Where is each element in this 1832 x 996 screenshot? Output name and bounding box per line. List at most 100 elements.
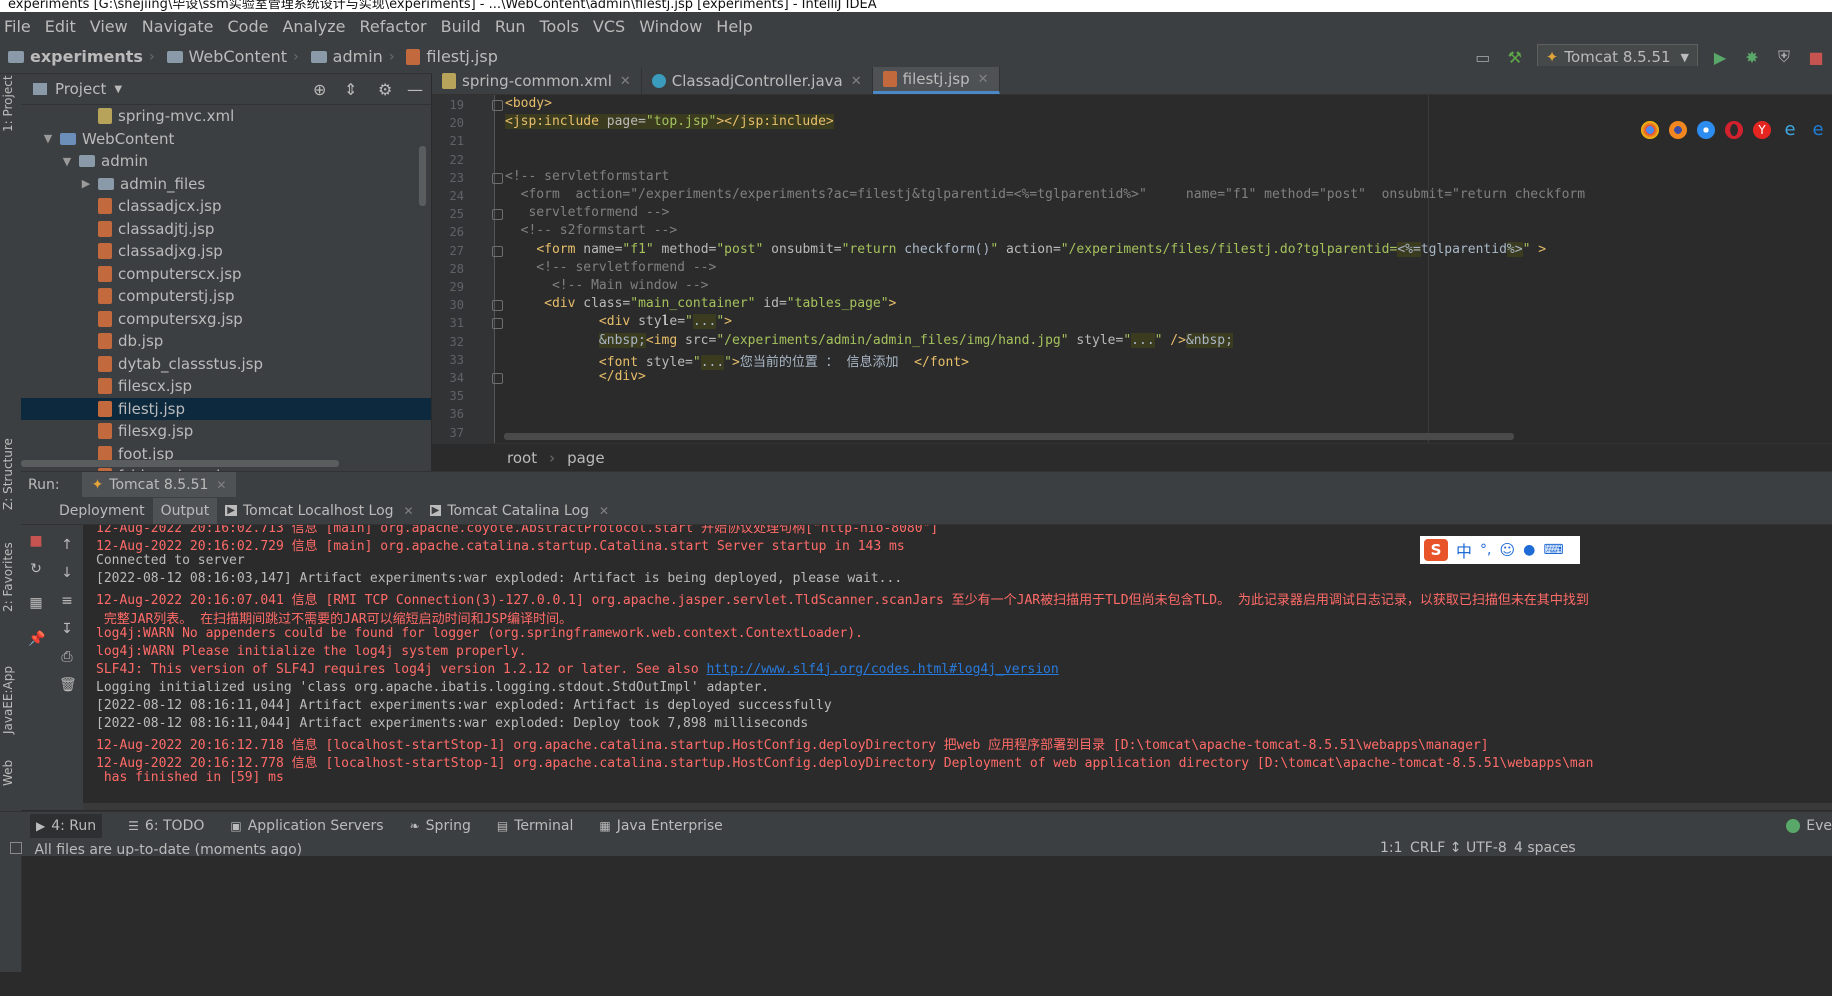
close-icon[interactable]: ✕ bbox=[978, 72, 989, 87]
console-horizontal-scrollbar[interactable] bbox=[83, 803, 1832, 810]
code-line[interactable]: <div class="main_container" id="tables_p… bbox=[505, 296, 896, 311]
close-icon[interactable]: ✕ bbox=[216, 478, 226, 492]
emoji-icon[interactable]: ☺ bbox=[1499, 541, 1515, 559]
gear-icon[interactable]: ⚙ bbox=[378, 80, 392, 99]
tree-item[interactable]: computerstj.jsp bbox=[21, 285, 431, 308]
arrow-up-icon[interactable]: ↑ bbox=[59, 537, 75, 553]
breadcrumb-page[interactable]: page bbox=[567, 449, 604, 467]
update-icon[interactable]: ↻ bbox=[28, 561, 44, 577]
fold-marker-icon[interactable] bbox=[492, 300, 503, 312]
tree-vertical-scrollbar[interactable] bbox=[419, 146, 426, 206]
editor-tab[interactable]: filestj.jsp ✕ bbox=[872, 67, 1000, 94]
fold-marker-icon[interactable] bbox=[492, 245, 503, 257]
edge-icon[interactable]: e bbox=[1809, 121, 1827, 139]
nav-crumb-1[interactable]: WebContent › bbox=[166, 47, 305, 66]
run-tab-tomcat-localhost-log[interactable]: ▶ Tomcat Localhost Log ✕ bbox=[217, 498, 421, 524]
tree-item[interactable]: classadjtj.jsp bbox=[21, 218, 431, 241]
tool-tab-terminal[interactable]: ▤ Terminal bbox=[497, 818, 574, 834]
code-line[interactable]: <font style="...">您当前的位置 ： 信息添加 </font> bbox=[505, 351, 969, 370]
menu-item-tools[interactable]: Tools bbox=[540, 17, 579, 36]
pin-icon[interactable]: 📌 bbox=[28, 631, 45, 647]
arrow-down-icon[interactable]: ↓ bbox=[59, 565, 75, 581]
tree-item[interactable]: ▼ WebContent bbox=[21, 128, 431, 151]
nav-crumb-0[interactable]: experiments › bbox=[8, 47, 161, 66]
chevron-down-icon[interactable]: ▼ bbox=[114, 84, 122, 95]
tree-item[interactable]: classadjxg.jsp bbox=[21, 240, 431, 263]
menu-item-window[interactable]: Window bbox=[639, 17, 702, 36]
code-line[interactable]: <body> bbox=[505, 96, 552, 111]
tool-tab-java-enterprise[interactable]: ▦ Java Enterprise bbox=[599, 818, 722, 834]
expanded-arrow-icon[interactable]: ▼ bbox=[59, 155, 75, 168]
project-view-selector[interactable]: Project bbox=[55, 80, 106, 98]
fold-marker-icon[interactable] bbox=[492, 172, 503, 184]
line-separator[interactable]: CRLF ↕ bbox=[1410, 840, 1462, 856]
menu-item-view[interactable]: View bbox=[90, 17, 128, 36]
tree-item[interactable]: dytab_classstus.jsp bbox=[21, 353, 431, 376]
menu-item-build[interactable]: Build bbox=[441, 17, 481, 36]
code-line[interactable]: &nbsp;<img src="/experiments/admin/admin… bbox=[505, 332, 1233, 348]
caret-position[interactable]: 1:1 bbox=[1380, 840, 1403, 856]
expanded-arrow-icon[interactable]: ▼ bbox=[40, 132, 56, 145]
tree-item[interactable]: computersxg.jsp bbox=[21, 308, 431, 331]
chrome-icon[interactable] bbox=[1641, 121, 1659, 139]
fold-marker-icon[interactable] bbox=[492, 209, 503, 221]
tool-tab-run[interactable]: ▶ 4: Run bbox=[30, 814, 103, 838]
locate-icon[interactable]: ⊕ bbox=[313, 80, 326, 99]
print-icon[interactable]: ⎙ bbox=[59, 649, 75, 665]
tree-item[interactable]: classadjcx.jsp bbox=[21, 195, 431, 218]
menu-item-code[interactable]: Code bbox=[228, 17, 269, 36]
project-tool-tab[interactable]: 1: Project bbox=[1, 75, 15, 132]
menu-item-analyze[interactable]: Analyze bbox=[282, 17, 345, 36]
trash-icon[interactable]: 🗑 bbox=[59, 677, 77, 693]
stop-icon[interactable]: ■ bbox=[28, 533, 44, 549]
tool-tab-spring[interactable]: ❧ Spring bbox=[410, 818, 471, 834]
menu-item-edit[interactable]: Edit bbox=[45, 17, 76, 36]
minimize-icon[interactable]: — bbox=[407, 80, 423, 99]
close-icon[interactable]: ✕ bbox=[404, 504, 414, 518]
scroll-to-end-icon[interactable]: ↧ bbox=[59, 621, 75, 637]
run-tab-deployment[interactable]: Deployment bbox=[51, 498, 153, 524]
code-line[interactable]: <div style="..."> bbox=[505, 314, 732, 330]
firefox-icon[interactable] bbox=[1669, 121, 1687, 139]
tool-tab-application-servers[interactable]: ▣ Application Servers bbox=[230, 818, 383, 834]
tree-item[interactable]: filesxg.jsp bbox=[21, 420, 431, 443]
editor-horizontal-scrollbar[interactable] bbox=[504, 433, 1514, 440]
safari-icon[interactable] bbox=[1697, 121, 1715, 139]
event-log-tab[interactable]: Eve bbox=[1806, 818, 1832, 834]
menu-item-refactor[interactable]: Refactor bbox=[360, 17, 427, 36]
javaee-app-tool-tab[interactable]: JavaEE:App bbox=[1, 666, 15, 734]
punctuation-icon[interactable]: °, bbox=[1480, 542, 1491, 558]
run-config-tab[interactable]: ✦ Tomcat 8.5.51 ✕ bbox=[81, 472, 237, 498]
favorites-tool-tab[interactable]: 2: Favorites bbox=[1, 542, 15, 612]
tree-horizontal-scrollbar[interactable] bbox=[21, 460, 339, 467]
ime-mode-label[interactable]: 中 bbox=[1456, 538, 1472, 562]
indent-setting[interactable]: 4 spaces bbox=[1514, 840, 1576, 856]
code-line[interactable]: <!-- servletformstart bbox=[505, 169, 669, 184]
keyboard-icon[interactable]: ⌨ bbox=[1543, 542, 1563, 558]
code-line[interactable]: servletformend --> bbox=[505, 205, 669, 220]
code-line[interactable]: </div> bbox=[505, 369, 646, 384]
web-tool-tab[interactable]: Web bbox=[1, 760, 15, 786]
code-line[interactable]: <!-- servletformend --> bbox=[505, 260, 716, 275]
collapsed-arrow-icon[interactable]: ▶ bbox=[78, 177, 94, 190]
close-icon[interactable]: ✕ bbox=[599, 504, 609, 518]
microphone-icon[interactable]: ● bbox=[1523, 542, 1535, 558]
console-link[interactable]: http://www.slf4j.org/codes.html#log4j_ve… bbox=[706, 662, 1058, 677]
code-line[interactable]: <jsp:include page="top.jsp"></jsp:includ… bbox=[505, 114, 834, 130]
tree-item[interactable]: db.jsp bbox=[21, 330, 431, 353]
structure-tool-tab[interactable]: Z: Structure bbox=[1, 438, 15, 510]
menu-item-file[interactable]: File bbox=[4, 17, 31, 36]
nav-crumb-3[interactable]: filestj.jsp bbox=[406, 47, 498, 66]
tree-item[interactable]: computerscx.jsp bbox=[21, 263, 431, 286]
fold-marker-icon[interactable] bbox=[492, 318, 503, 330]
fold-marker-icon[interactable] bbox=[492, 373, 503, 384]
code-line[interactable]: <!-- s2formstart --> bbox=[505, 223, 678, 238]
tree-item[interactable]: ▶ admin_files bbox=[21, 173, 431, 196]
close-icon[interactable]: ✕ bbox=[851, 74, 862, 89]
collapse-all-icon[interactable]: ⇕ bbox=[344, 80, 357, 99]
console-output[interactable]: 12-Aug-2022 20:16:02.713 信息 [main] org.a… bbox=[83, 525, 1832, 805]
status-square-icon[interactable] bbox=[10, 842, 22, 854]
soft-wrap-icon[interactable]: ≡ bbox=[59, 593, 75, 609]
menu-item-vcs[interactable]: VCS bbox=[593, 17, 625, 36]
run-tab-tomcat-catalina-log[interactable]: ▶ Tomcat Catalina Log ✕ bbox=[422, 498, 617, 524]
